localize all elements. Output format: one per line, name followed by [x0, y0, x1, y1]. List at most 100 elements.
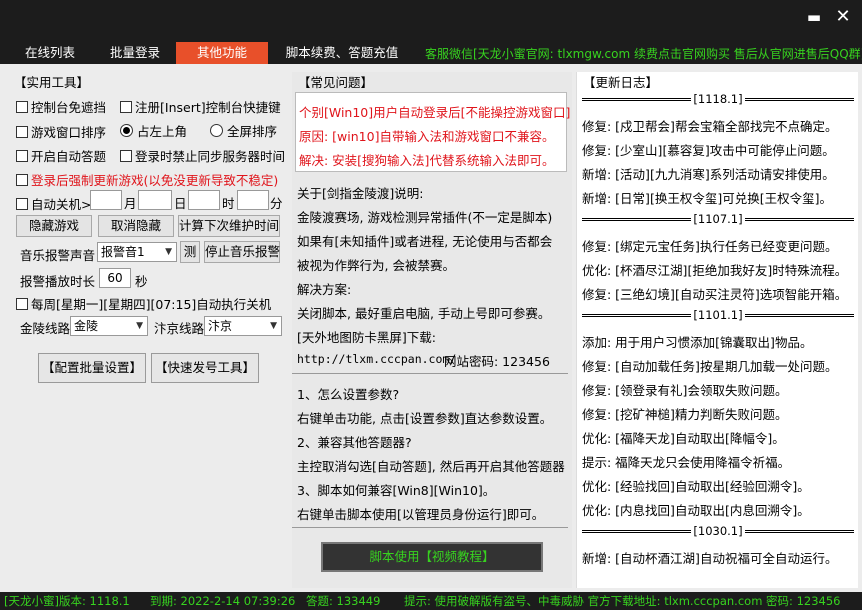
checkbox-box[interactable] [120, 149, 132, 162]
faq-line: 解决方案: [297, 282, 352, 297]
checkbox-box[interactable] [16, 100, 28, 113]
radio-icon[interactable] [210, 124, 223, 137]
qa-line: 右键单击脚本使用[以管理员身份运行]即可。 [297, 507, 545, 522]
hour-label: 时 [222, 196, 235, 211]
notice-line: 解决: 安装[搜狗输入法]代替系统输入法即可。 [299, 153, 555, 168]
divider [292, 373, 568, 374]
cancel-hide-button[interactable]: 取消隐藏 [98, 215, 174, 237]
radio-fullscreen[interactable]: 全屏排序 [210, 121, 277, 140]
faq-line: 关于[剑指金陵渡]说明: [297, 186, 424, 201]
tools-title: 【实用工具】 [14, 75, 90, 90]
status-expire: 到期: 2022-2-14 07:39:26 [150, 594, 296, 608]
console-no-cover-checkbox[interactable]: 控制台免遮挡 [16, 97, 106, 116]
download-password: 网站密码: 123456 [444, 354, 550, 369]
changelog-item: 新增: [日常][换王权令玺]可兑换[王权令玺]。 [582, 191, 832, 206]
window-sort-checkbox[interactable]: 游戏窗口排序 [16, 122, 106, 141]
changelog-item: 修复: [自动加载任务]按星期几加载一处问题。 [582, 359, 838, 374]
status-tip: 提示: 使用破解版有盗号、中毒威胁 官方下载地址: tlxm.cccpan.co… [404, 594, 841, 608]
month-input[interactable] [90, 190, 122, 210]
chevron-down-icon: ▼ [270, 321, 277, 331]
day-input[interactable] [138, 190, 172, 210]
register-hotkey-checkbox[interactable]: 注册[Insert]控制台快捷键 [120, 97, 281, 116]
radio-top-left[interactable]: 占左上角 [120, 121, 187, 140]
tab-other-functions[interactable]: 其他功能 [176, 42, 268, 64]
bianjing-route-label: 汴京线路 [154, 321, 205, 336]
faq-notice-box: 个别[Win10]用户自动登录后[不能操控游戏窗口] 原因: [win10]自带… [295, 92, 571, 172]
checkbox-box[interactable] [16, 149, 28, 162]
changelog-item: 添加: 用于用户习惯添加[锦囊取出]物品。 [582, 335, 813, 350]
hide-game-button[interactable]: 隐藏游戏 [16, 215, 92, 237]
music-alarm-select[interactable]: 报警音1 ▼ [97, 242, 177, 262]
faq-title: 【常见问题】 [298, 75, 374, 90]
force-update-checkbox[interactable]: 登录后强制更新游戏(以免没更新导致不稳定) [16, 170, 278, 189]
config-batch-button[interactable]: 【配置批量设置】 [38, 353, 146, 383]
radio-selected-icon[interactable] [120, 124, 133, 137]
auto-answer-checkbox[interactable]: 开启自动答题 [16, 146, 106, 165]
hour-input[interactable] [188, 190, 220, 210]
checkbox-box[interactable] [16, 125, 28, 138]
changelog-item: 修复: [三绝幻境][自动买注灵符]选项智能开箱。 [582, 287, 848, 302]
no-sync-time-checkbox[interactable]: 登录时禁止同步服务器时间 [120, 146, 285, 165]
test-sound-button[interactable]: 测 [180, 241, 200, 263]
quick-issue-button[interactable]: 【快速发号工具】 [151, 353, 259, 383]
version-divider: [1030.1] [582, 524, 854, 538]
title-bar: ▬ ✕ 在线列表 批量登录 其他功能 脚本续费、答题充值 客服微信[天龙小蜜官网… [0, 0, 862, 64]
qa-line: 3、脚本如何兼容[Win8][Win10]。 [297, 483, 496, 498]
faq-line: 金陵渡赛场, 游戏检测异常插件(不一定是脚本) [297, 210, 553, 225]
notice-line: 原因: [win10]自带输入法和游戏窗口不兼容。 [299, 129, 555, 144]
tab-batch-login[interactable]: 批量登录 [96, 42, 174, 64]
close-icon[interactable]: ✕ [831, 6, 855, 28]
faq-line: [天外地图防卡黑屏]下载: [297, 330, 436, 345]
month-label: 月 [124, 196, 137, 211]
checkbox-box[interactable] [16, 173, 28, 186]
stop-music-button[interactable]: 停止音乐报警 [204, 241, 280, 263]
divider [292, 527, 568, 528]
calc-maintenance-button[interactable]: 计算下次维护时间 [178, 215, 280, 237]
version-divider: [1118.1] [582, 92, 854, 106]
changelog-item: 修复: [挖矿神槌]精力判断失败问题。 [582, 407, 788, 422]
service-info-text: 客服微信[天龙小蜜官网: tlxmgw.com 续费点击官网购买 售后从官网进售… [425, 47, 862, 61]
minute-input[interactable] [237, 190, 269, 210]
alarm-duration-label: 报警播放时长 [20, 274, 96, 289]
notice-line: 个别[Win10]用户自动登录后[不能操控游戏窗口] [299, 105, 571, 120]
checkbox-box[interactable] [16, 297, 28, 310]
tools-panel: 【实用工具】 控制台免遮挡 注册[Insert]控制台快捷键 游戏窗口排序 占左… [8, 72, 288, 588]
changelog-title: 【更新日志】 [583, 75, 659, 90]
changelog-item: 优化: [杯酒尽江湖][拒绝加我好友]时特殊流程。 [582, 263, 848, 278]
faq-panel: 【常见问题】 个别[Win10]用户自动登录后[不能操控游戏窗口] 原因: [w… [292, 72, 572, 588]
minute-label: 分 [270, 196, 283, 211]
changelog-item: 提示: 福降天龙只会使用降福令祈福。 [582, 455, 791, 470]
changelog-panel: 【更新日志】 [1118.1] 修复: [戍卫帮会]帮会宝箱全部找完不点确定。 … [576, 72, 858, 588]
changelog-item: 优化: [经验找回]自动取出[经验回溯令]。 [582, 479, 810, 494]
qa-line: 主控取消勾选[自动答题], 然后再开启其他答题器 [297, 459, 565, 474]
qa-line: 1、怎么设置参数? [297, 387, 400, 402]
minimize-icon[interactable]: ▬ [802, 6, 826, 28]
qa-line: 右键单击功能, 点击[设置参数]直达参数设置。 [297, 411, 553, 426]
qa-line: 2、兼容其他答题器? [297, 435, 412, 450]
tab-online-list[interactable]: 在线列表 [14, 42, 86, 64]
changelog-item: 优化: [福降天龙]自动取出[降幅令]。 [582, 431, 785, 446]
auto-shutdown-checkbox[interactable]: 自动关机> [16, 194, 91, 213]
chevron-down-icon: ▼ [136, 321, 143, 331]
changelog-item: 优化: [内息找回]自动取出[内息回溯令]。 [582, 503, 810, 518]
changelog-item: 新增: [自动杯酒江湖]自动祝福可全自动运行。 [582, 551, 838, 566]
checkbox-box[interactable] [120, 100, 132, 113]
faq-line: 被视为作弊行为, 会被禁赛。 [297, 258, 455, 273]
tab-renewal[interactable]: 脚本续费、答题充值 [268, 42, 416, 64]
bianjing-route-select[interactable]: 汴京 ▼ [204, 316, 282, 336]
jinling-route-label: 金陵线路 [20, 321, 71, 336]
alarm-duration-input[interactable]: 60 [99, 268, 131, 288]
jinling-route-select[interactable]: 金陵 ▼ [70, 316, 148, 336]
faq-line: 关闭脚本, 最好重启电脑, 手动上号即可参赛。 [297, 306, 551, 321]
changelog-item: 修复: [戍卫帮会]帮会宝箱全部找完不点确定。 [582, 119, 838, 134]
video-tutorial-button[interactable]: 脚本使用【视频教程】 [321, 542, 543, 572]
status-version: [天龙小蜜]版本: 1118.1 [4, 594, 130, 608]
download-url-link[interactable]: http://tlxm.cccpan.com/ [297, 352, 456, 366]
changelog-item: 修复: [领登录有礼]会领取失败问题。 [582, 383, 788, 398]
checkbox-box[interactable] [16, 197, 28, 210]
changelog-item: 修复: [少室山][慕容复]攻击中可能停止问题。 [582, 143, 835, 158]
changelog-item: 修复: [绑定元宝任务]执行任务已经变更问题。 [582, 239, 838, 254]
changelog-item: 新增: [活动][九九消寒]系列活动请安排使用。 [582, 167, 835, 182]
seconds-label: 秒 [135, 274, 148, 289]
weekly-shutdown-checkbox[interactable]: 每周[星期一][星期四][07:15]自动执行关机 [16, 294, 271, 313]
